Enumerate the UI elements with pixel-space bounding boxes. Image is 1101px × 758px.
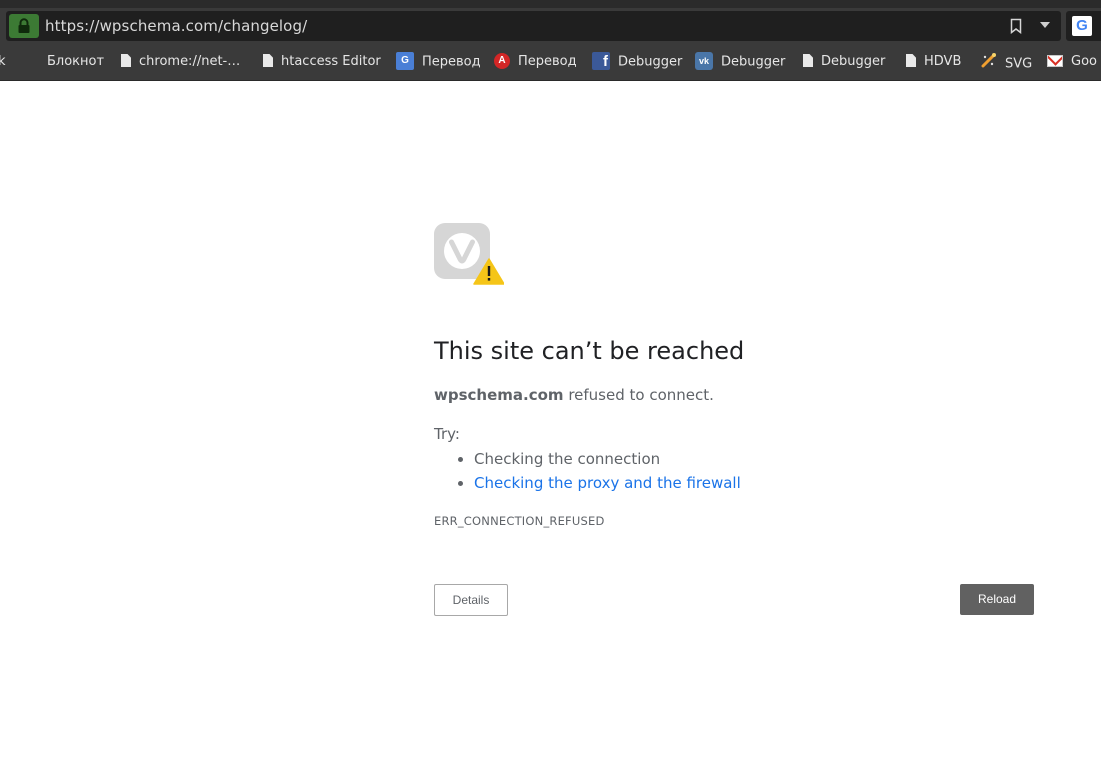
gmail-icon [1047, 54, 1063, 67]
page-title: This site can’t be reached [434, 337, 745, 365]
bookmark-item-gmail[interactable]: Goo [1047, 53, 1097, 73]
bookmark-item-hdvb[interactable]: HDVB [906, 53, 961, 73]
bookmark-label: htaccess Editor [281, 54, 381, 69]
error-message: wpschema.com refused to connect. [434, 386, 714, 404]
lock-icon[interactable] [9, 14, 39, 38]
bookmark-label: HDVB [924, 54, 962, 69]
svg-tool-icon [981, 52, 997, 74]
page-icon [906, 54, 916, 67]
bookmark-item-translate-a[interactable]: A Перевод [494, 52, 577, 73]
bookmark-item-translate-google[interactable]: G Перевод [396, 52, 481, 73]
address-bar-url[interactable]: https://wpschema.com/changelog/ [45, 17, 307, 35]
details-button[interactable]: Details [434, 584, 508, 616]
facebook-icon: f [592, 52, 610, 70]
bookmark-label: Перевод [422, 54, 481, 70]
bookmark-item-notepad[interactable]: Блокнот [47, 53, 104, 73]
address-bar[interactable]: https://wpschema.com/changelog/ [6, 11, 1061, 41]
suggestion-check-connection: Checking the connection [474, 450, 661, 468]
bookmark-label: chrome://net-… [139, 54, 241, 69]
bookmark-label: Goo [1071, 54, 1097, 69]
error-message-text: refused to connect. [563, 386, 714, 404]
google-icon: G [1072, 16, 1092, 36]
error-host: wpschema.com [434, 386, 564, 404]
page-icon [803, 54, 813, 67]
bookmark-item[interactable]: k [0, 53, 6, 73]
vk-icon: vk [695, 52, 713, 70]
bookmark-item-debugger[interactable]: Debugger [803, 53, 885, 73]
suggestion-list: Checking the connection Checking the pro… [434, 447, 741, 495]
bookmark-label: Блокнот [47, 54, 105, 69]
suggestion-check-proxy-link[interactable]: Checking the proxy and the firewall [474, 474, 741, 492]
bookmark-item-chrome-net[interactable]: chrome://net-… [121, 53, 240, 73]
bookmark-label: Debugger [721, 54, 786, 70]
google-translate-icon: G [396, 52, 414, 70]
browser-error-icon [434, 223, 505, 285]
bookmarks-bar: k Блокнот chrome://net-… htaccess Editor… [0, 44, 1101, 81]
bookmark-item-vk-debugger[interactable]: vk Debugger [695, 52, 786, 73]
bookmark-label: Перевод [518, 54, 577, 69]
list-item: Checking the proxy and the firewall [474, 471, 741, 495]
error-code: ERR_CONNECTION_REFUSED [434, 514, 605, 528]
translate-a-icon: A [494, 52, 510, 69]
browser-toolbar: https://wpschema.com/changelog/ G [0, 8, 1101, 44]
url-dropdown-icon[interactable] [1040, 22, 1050, 28]
bookmark-label: Debugger [821, 54, 886, 69]
bookmark-item-fb-debugger[interactable]: f Debugger [592, 52, 683, 73]
bookmark-label: SVG [1005, 56, 1033, 72]
search-engine-field[interactable]: G [1066, 11, 1101, 41]
bookmark-label: k [0, 54, 6, 69]
reload-button[interactable]: Reload [960, 584, 1034, 615]
bookmark-item-svg[interactable]: SVG [981, 53, 1032, 73]
bookmark-item-htaccess[interactable]: htaccess Editor [263, 53, 381, 73]
page-icon [263, 54, 273, 67]
bookmark-label: Debugger [618, 54, 683, 70]
window-top-strip [0, 0, 1101, 8]
try-label: Try: [434, 425, 460, 443]
bookmark-icon[interactable] [1010, 18, 1022, 38]
page-icon [121, 54, 131, 67]
list-item: Checking the connection [474, 447, 741, 471]
